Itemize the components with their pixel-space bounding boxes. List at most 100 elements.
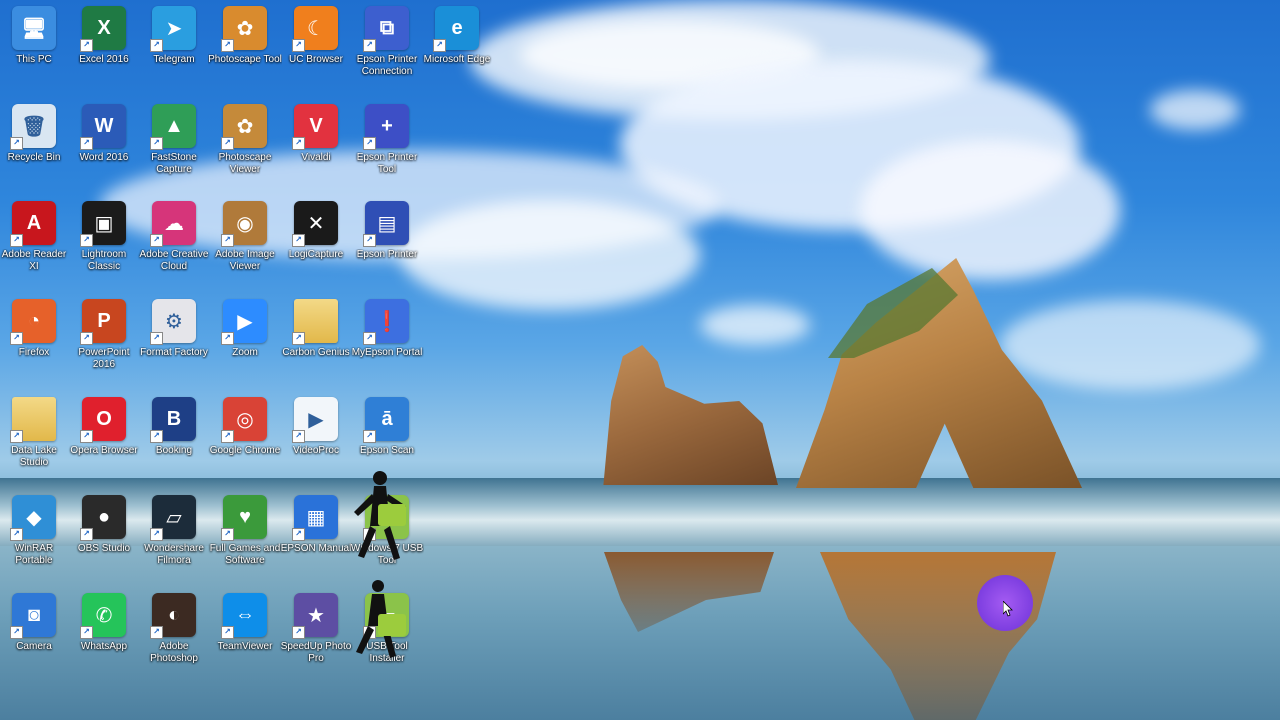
icon-glyph: O — [96, 407, 112, 430]
shortcut-arrow-icon: ↗ — [292, 234, 305, 247]
desktop-icon[interactable]: ❗ ↗ MyEpson Portal — [352, 299, 422, 391]
desktop-icon[interactable]: ✿ ↗ Photoscape Viewer — [210, 104, 280, 196]
desktop-icon[interactable]: O ↗ Opera Browser — [69, 397, 139, 489]
desktop-icon[interactable]: ◆ ↗ WinRAR Portable — [0, 495, 69, 587]
desktop-icon-label: Firefox — [18, 347, 50, 358]
edge-icon: e ↗ — [433, 6, 479, 52]
desktop-icon[interactable]: P ↗ PowerPoint 2016 — [69, 299, 139, 391]
recycle-bin-icon: 🗑 ↗ — [10, 104, 56, 150]
shortcut-arrow-icon: ↗ — [292, 137, 305, 150]
icon-glyph: ◐ — [167, 603, 181, 626]
desktop-icon[interactable]: V ↗ Vivaldi — [281, 104, 351, 196]
desktop-icon-label: VideoProc — [293, 445, 339, 456]
epson-connection-icon: ⧉ ↗ — [363, 6, 409, 52]
desktop-icon[interactable]: X ↗ Excel 2016 — [69, 6, 139, 98]
epson-scan-icon: ā ↗ — [363, 397, 409, 443]
desktop-icon-label: SpeedUp Photo Pro — [280, 641, 352, 664]
desktop-icon[interactable]: ☾ ↗ UC Browser — [281, 6, 351, 98]
desktop-icon[interactable]: ☁ ↗ Adobe Creative Cloud — [139, 201, 209, 293]
desktop-icon[interactable]: ◐ ↗ Adobe Photoshop — [139, 593, 209, 685]
desktop-icon[interactable]: ✿ ↗ Photoscape Tool — [208, 6, 282, 98]
uc-browser-icon: ☾ ↗ — [292, 6, 338, 52]
epson-manual-icon: ▦ ↗ — [292, 495, 338, 541]
desktop-icon-label: Adobe Creative Cloud — [139, 249, 209, 272]
icon-glyph: ♥ — [239, 505, 251, 528]
photoscape-icon: ✿ ↗ — [221, 6, 267, 52]
shortcut-arrow-icon: ↗ — [363, 332, 376, 345]
adobe-reader-icon: A ↗ — [10, 201, 56, 247]
shortcut-arrow-icon: ↗ — [150, 39, 163, 52]
desktop-icon[interactable]: ▣ ↗ Lightroom Classic — [69, 201, 139, 293]
icon-glyph: ✿ — [236, 17, 254, 40]
desktop-icon[interactable]: 🗑 ↗ Recycle Bin — [0, 104, 69, 196]
shortcut-arrow-icon: ↗ — [10, 528, 23, 541]
desktop-icon[interactable]: ↗ Carbon Genius — [281, 299, 351, 391]
shortcut-arrow-icon: ↗ — [10, 430, 23, 443]
desktop-icon[interactable]: ✆ ↗ WhatsApp — [69, 593, 139, 685]
shortcut-arrow-icon: ↗ — [150, 626, 163, 639]
excel-icon: X ↗ — [80, 6, 126, 52]
shortcut-arrow-icon: ↗ — [363, 234, 376, 247]
desktop-icon[interactable]: ♥ ↗ Full Games and Software — [210, 495, 280, 587]
desktop-icon[interactable]: ▲ ↗ FastStone Capture — [139, 104, 209, 196]
icon-glyph: ❗ — [374, 310, 400, 333]
shortcut-arrow-icon: ↗ — [10, 332, 23, 345]
desktop-icon[interactable]: ⧉ ↗ Epson Printer Connection — [352, 6, 422, 98]
word-icon: W ↗ — [80, 104, 126, 150]
desktop-icon-label: Data Lake Studio — [11, 445, 57, 468]
desktop-icon[interactable]: ➤ ↗ Telegram — [139, 6, 209, 98]
icon-glyph: ā — [381, 407, 393, 430]
desktop-icon-label: PowerPoint 2016 — [78, 347, 130, 370]
desktop-icon[interactable]: ▤ ↗ Epson Printer — [352, 201, 422, 293]
desktop-icon-label: Telegram — [153, 54, 195, 65]
icon-glyph: ⇔ — [235, 603, 255, 626]
shortcut-arrow-icon: ↗ — [10, 234, 23, 247]
desktop-icon[interactable]: ◉ ↗ Adobe Image Viewer — [210, 201, 280, 293]
shortcut-arrow-icon: ↗ — [80, 528, 93, 541]
desktop-icon[interactable]: ◔ ↗ Firefox — [0, 299, 69, 391]
chrome-icon: ◎ ↗ — [221, 397, 267, 443]
speedup-icon: ★ ↗ — [292, 593, 338, 639]
desktop-icon-label: Opera Browser — [70, 445, 138, 456]
desktop-icon[interactable]: A ↗ Adobe Reader XI — [0, 201, 69, 293]
desktop-icon[interactable]: ✕ ↗ LogiCapture — [281, 201, 351, 293]
icon-glyph: ✿ — [236, 115, 254, 138]
desktop-icon-label: Lightroom Classic — [81, 249, 127, 272]
desktop-icon[interactable]: + ↗ Epson Printer Tool — [352, 104, 422, 196]
icon-glyph: W — [94, 114, 114, 137]
desktop-icon-label: EPSON Manual — [280, 543, 352, 554]
desktop-icon[interactable]: ◙ ↗ Camera — [0, 593, 69, 685]
desktop-icon[interactable]: W ↗ Word 2016 — [69, 104, 139, 196]
booking-icon: B ↗ — [150, 397, 196, 443]
dancing-figure-overlay — [354, 471, 406, 658]
shortcut-arrow-icon: ↗ — [363, 39, 376, 52]
firefox-icon: ◔ ↗ — [10, 299, 56, 345]
desktop-icon[interactable]: ● ↗ OBS Studio — [69, 495, 139, 587]
desktop-icon[interactable]: ▦ ↗ EPSON Manual — [281, 495, 351, 587]
icon-glyph: ▦ — [306, 506, 326, 529]
desktop-icon[interactable]: 🖥 This PC — [0, 6, 69, 98]
shortcut-arrow-icon: ↗ — [363, 137, 376, 150]
desktop-icon[interactable]: ★ ↗ SpeedUp Photo Pro — [281, 593, 351, 685]
icon-glyph: ★ — [307, 604, 325, 627]
desktop-icon-label: Zoom — [232, 347, 258, 358]
desktop-icon[interactable]: ⇔ ↗ TeamViewer — [210, 593, 280, 685]
shortcut-arrow-icon: ↗ — [221, 39, 234, 52]
desktop-icon[interactable]: ▶ ↗ VideoProc — [281, 397, 351, 489]
shortcut-arrow-icon: ↗ — [221, 528, 234, 541]
desktop-icon[interactable]: ◎ ↗ Google Chrome — [210, 397, 280, 489]
videoproc-icon: ▶ ↗ — [292, 397, 338, 443]
icon-glyph: V — [309, 114, 323, 137]
desktop-icon[interactable]: ▶ ↗ Zoom — [210, 299, 280, 391]
folder-icon: ↗ — [10, 397, 56, 443]
shortcut-arrow-icon: ↗ — [292, 528, 305, 541]
desktop-icon[interactable]: ▱ ↗ Wondershare Filmora — [139, 495, 209, 587]
desktop-icon[interactable]: B ↗ Booking — [139, 397, 209, 489]
desktop-icon[interactable]: ↗ Data Lake Studio — [0, 397, 69, 489]
desktop-icon[interactable]: ⚙ ↗ Format Factory — [139, 299, 209, 391]
desktop-icon[interactable]: e ↗ Microsoft Edge — [422, 6, 492, 98]
vivaldi-icon: V ↗ — [292, 104, 338, 150]
shortcut-arrow-icon: ↗ — [150, 234, 163, 247]
icon-glyph: 🗑 — [21, 115, 47, 138]
desktop-icon-grid: 🖥 This PC X ↗ Excel 2016 ➤ ↗ Telegram ✿ ↗ Photosca… — [0, 0, 1280, 720]
